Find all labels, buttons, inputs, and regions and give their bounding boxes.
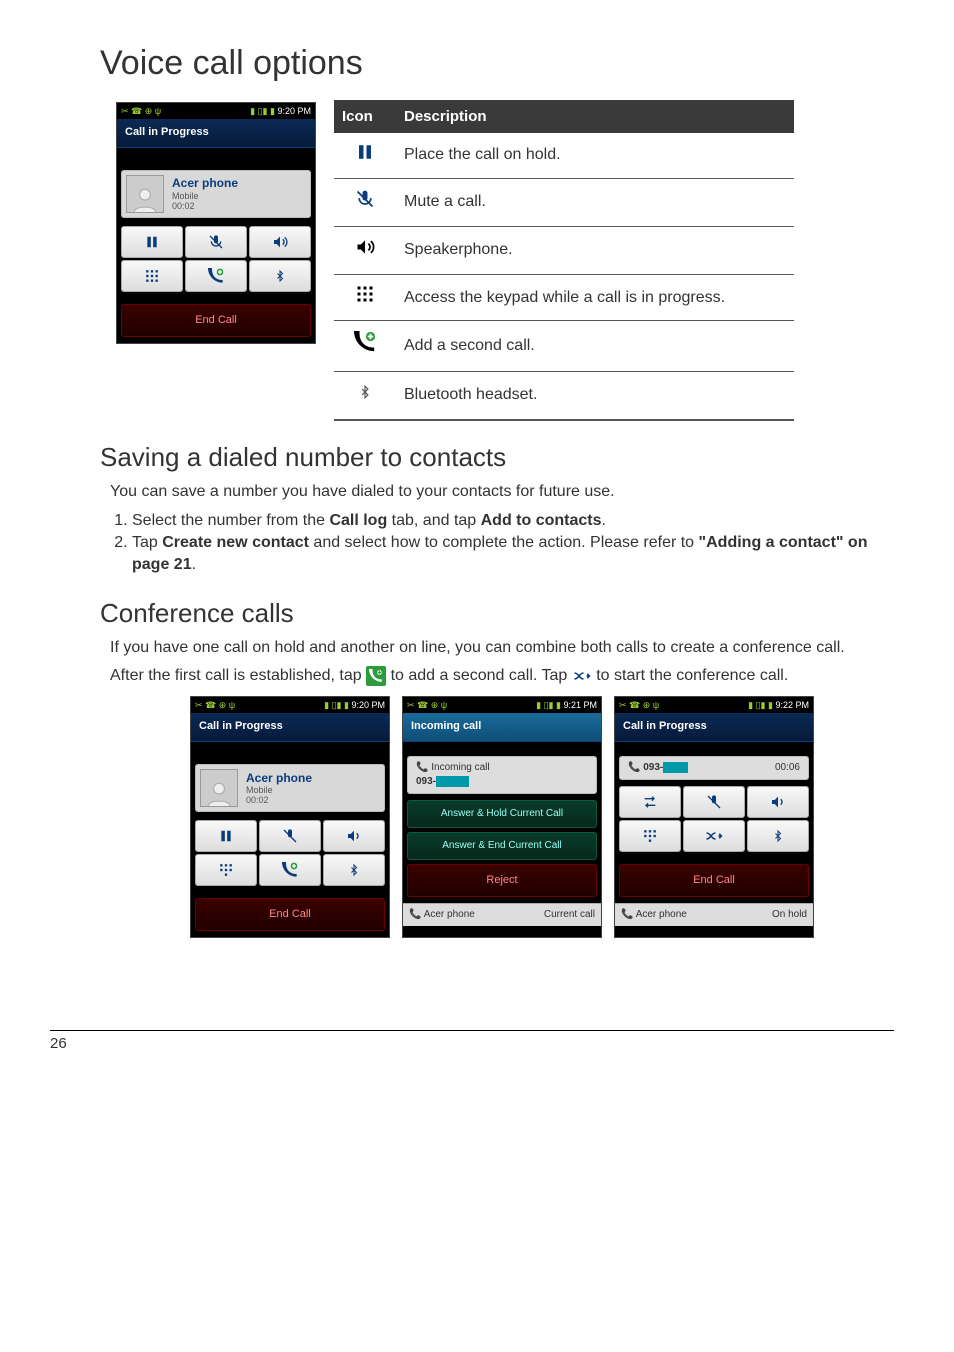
icon-description-table: Icon Description Place the call on hold.… <box>334 100 794 421</box>
speaker-button[interactable] <box>249 226 311 258</box>
save-step-2: Tap Create new contact and select how to… <box>132 532 894 577</box>
incoming-number: 093- <box>416 776 436 787</box>
answer-hold-button[interactable]: Answer & Hold Current Call <box>407 800 597 828</box>
contact-card: Acer phone Mobile 00:02 <box>195 764 385 812</box>
hold-icon <box>334 133 396 179</box>
heading-saving-dialed-number: Saving a dialed number to contacts <box>100 439 894 475</box>
status-signal-icon: ▮ ▯▮ ▮ <box>250 106 275 116</box>
hold-button[interactable] <box>121 226 183 258</box>
active-number: 093- <box>643 762 663 773</box>
table-header-description: Description <box>396 100 794 133</box>
add-call-inline-icon <box>366 666 386 686</box>
speaker-button[interactable] <box>323 820 385 852</box>
avatar <box>200 769 238 807</box>
screen-title: Call in Progress <box>615 713 813 741</box>
hold-call-name: Acer phone <box>636 909 687 920</box>
status-signal-icon: ▮ ▯▮ ▮ <box>536 700 561 710</box>
contact-name: Acer phone <box>246 770 380 787</box>
bluetooth-icon <box>334 371 396 420</box>
heading-voice-call-options: Voice call options <box>100 40 894 88</box>
on-hold-bar: 📞 Acer phone On hold <box>615 903 813 926</box>
mute-icon <box>334 178 396 226</box>
page-number: 26 <box>50 1030 894 1054</box>
contact-name: Acer phone <box>172 175 306 192</box>
answer-end-button[interactable]: Answer & End Current Call <box>407 832 597 860</box>
conference-instruction: After the first call is established, tap… <box>110 665 894 687</box>
active-duration: 00:06 <box>775 761 800 775</box>
screenshot-call-in-progress-2: ✂ ☎ ⊕ ψ ▮ ▯▮ ▮ 9:20 PM Call in Progress A… <box>190 696 390 938</box>
status-icons-left: ✂ ☎ ⊕ ψ <box>407 699 447 712</box>
end-call-button[interactable]: End Call <box>619 864 809 897</box>
swap-button[interactable] <box>619 786 681 818</box>
desc-hold: Place the call on hold. <box>396 133 794 179</box>
incoming-call-row: 📞 Incoming call 093-xxxxxx <box>407 756 597 794</box>
desc-add-call: Add a second call. <box>396 321 794 371</box>
status-icons-left: ✂ ☎ ⊕ ψ <box>121 105 161 118</box>
end-call-button[interactable]: End Call <box>195 898 385 931</box>
current-call-bar: 📞 Acer phone Current call <box>403 903 601 926</box>
call-button-grid <box>121 226 311 292</box>
desc-bluetooth: Bluetooth headset. <box>396 371 794 420</box>
mute-button[interactable] <box>683 786 745 818</box>
incoming-call-label: Incoming call <box>431 762 489 773</box>
add-call-button[interactable] <box>259 854 321 886</box>
screenshot-incoming-call: ✂ ☎ ⊕ ψ ▮ ▯▮ ▮ 9:21 PM Incoming call 📞 In… <box>402 696 602 938</box>
status-icons-left: ✂ ☎ ⊕ ψ <box>195 699 235 712</box>
add-call-button[interactable] <box>185 260 247 292</box>
screen-title: Incoming call <box>403 713 601 741</box>
merge-button[interactable] <box>683 820 745 852</box>
mute-button[interactable] <box>259 820 321 852</box>
status-time: 9:22 PM <box>775 700 809 710</box>
hold-call-status: On hold <box>772 908 807 922</box>
screen-title: Call in Progress <box>117 119 315 147</box>
speaker-icon <box>334 226 396 274</box>
bluetooth-button[interactable] <box>323 854 385 886</box>
reject-button[interactable]: Reject <box>407 864 597 897</box>
keypad-button[interactable] <box>121 260 183 292</box>
keypad-button[interactable] <box>619 820 681 852</box>
call-duration: 00:02 <box>246 796 380 806</box>
end-call-button[interactable]: End Call <box>121 304 311 337</box>
heading-conference-calls: Conference calls <box>100 595 894 631</box>
keypad-icon <box>334 275 396 321</box>
hold-button[interactable] <box>195 820 257 852</box>
current-call-name: Acer phone <box>424 909 475 920</box>
status-bar: ✂ ☎ ⊕ ψ ▮ ▯▮ ▮ 9:20 PM <box>117 103 315 120</box>
current-call-status: Current call <box>544 908 595 922</box>
mute-button[interactable] <box>185 226 247 258</box>
conference-intro: If you have one call on hold and another… <box>110 637 894 659</box>
save-step-1: Select the number from the Call log tab,… <box>132 510 894 532</box>
status-time: 9:20 PM <box>277 106 311 116</box>
contact-card: Acer phone Mobile 00:02 <box>121 170 311 218</box>
desc-speaker: Speakerphone. <box>396 226 794 274</box>
bluetooth-button[interactable] <box>747 820 809 852</box>
avatar <box>126 175 164 213</box>
call-duration: 00:02 <box>172 202 306 212</box>
status-icons-left: ✂ ☎ ⊕ ψ <box>619 699 659 712</box>
bluetooth-button[interactable] <box>249 260 311 292</box>
desc-mute: Mute a call. <box>396 178 794 226</box>
active-call-row: 📞 093-xxxxx 00:06 <box>619 756 809 780</box>
add-call-icon <box>334 321 396 371</box>
keypad-button[interactable] <box>195 854 257 886</box>
status-time: 9:21 PM <box>563 700 597 710</box>
save-intro-text: You can save a number you have dialed to… <box>110 481 894 503</box>
status-time: 9:20 PM <box>351 700 385 710</box>
table-header-icon: Icon <box>334 100 396 133</box>
status-signal-icon: ▮ ▯▮ ▮ <box>748 700 773 710</box>
merge-calls-inline-icon <box>572 666 592 686</box>
desc-keypad: Access the keypad while a call is in pro… <box>396 275 794 321</box>
status-signal-icon: ▮ ▯▮ ▮ <box>324 700 349 710</box>
screen-title: Call in Progress <box>191 713 389 741</box>
screenshot-conference-call: ✂ ☎ ⊕ ψ ▮ ▯▮ ▮ 9:22 PM Call in Progress 📞… <box>614 696 814 938</box>
screenshot-call-in-progress: ✂ ☎ ⊕ ψ ▮ ▯▮ ▮ 9:20 PM Call in Progress … <box>116 102 316 344</box>
speaker-button[interactable] <box>747 786 809 818</box>
